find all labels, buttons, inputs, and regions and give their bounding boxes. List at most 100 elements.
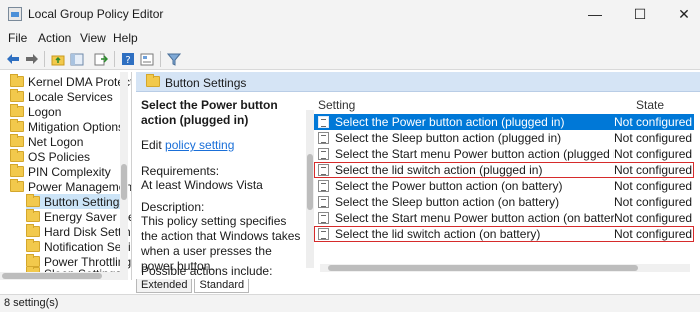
tree-item-label: PIN Complexity [28, 164, 111, 179]
properties-icon[interactable] [139, 51, 155, 67]
window-title: Local Group Policy Editor [28, 7, 164, 21]
tree-item-label: Hard Disk Setting [44, 224, 132, 239]
table-row[interactable]: Select the lid switch action (on battery… [314, 226, 694, 242]
tree-item-button-settings[interactable]: Button Settings [26, 194, 125, 209]
forward-arrow-icon[interactable] [24, 51, 40, 67]
edit-prefix: Edit [141, 138, 166, 152]
setting-name: Select the Power button action (on batte… [335, 179, 563, 193]
back-arrow-icon[interactable] [5, 51, 21, 67]
folder-icon [26, 209, 40, 222]
status-bar: 8 setting(s) [0, 294, 700, 312]
tree-item-notification[interactable]: Notification Setti [26, 239, 131, 254]
setting-name: Select the Power button action (plugged … [335, 115, 565, 129]
tree-horizontal-scrollbar[interactable] [0, 272, 120, 280]
setting-state: Not configured [614, 147, 693, 161]
policy-title: Select the Power button action (plugged … [141, 98, 278, 127]
svg-text:?: ? [125, 55, 130, 66]
tree-item-mitigation-options[interactable]: Mitigation Options [10, 119, 124, 134]
setting-state: Not configured [614, 115, 693, 129]
folder-icon [10, 74, 24, 87]
list-vertical-scrollbar[interactable] [306, 110, 314, 268]
navigation-tree: Kernel DMA Protectio Locale Services Log… [0, 72, 132, 280]
setting-state: Not configured [614, 179, 693, 193]
tab-standard[interactable]: Standard [194, 279, 250, 293]
description-label: Description: [141, 200, 205, 214]
list-horizontal-scrollbar[interactable] [320, 264, 690, 272]
setting-name: Select the Start menu Power button actio… [335, 147, 614, 161]
folder-icon [146, 74, 160, 87]
show-hide-tree-icon[interactable] [69, 51, 85, 67]
setting-name: Select the Sleep button action (on batte… [335, 195, 560, 209]
view-tabs: Extended Standard [136, 279, 251, 293]
export-list-icon[interactable] [93, 51, 109, 67]
menu-action[interactable]: Action [38, 31, 71, 45]
tree-item-logon[interactable]: Logon [10, 104, 120, 119]
policy-setting-link[interactable]: policy setting [165, 138, 234, 152]
menu-bar: File Action View Help [0, 28, 700, 48]
table-row[interactable]: Select the Sleep button action (plugged … [314, 130, 694, 146]
tree-vertical-scrollbar[interactable] [120, 72, 128, 280]
filter-icon[interactable] [166, 51, 182, 67]
tree-item-label: Power Management [28, 179, 132, 194]
menu-help[interactable]: Help [113, 31, 138, 45]
close-button[interactable]: ✕ [673, 4, 695, 24]
table-row[interactable]: Select the lid switch action (plugged in… [314, 162, 694, 178]
tree-item-label: Locale Services [28, 89, 113, 104]
tab-extended[interactable]: Extended [136, 279, 193, 293]
setting-state: Not configured [614, 195, 693, 209]
help-icon[interactable]: ? [120, 51, 136, 67]
maximize-button[interactable]: ☐ [629, 4, 651, 24]
setting-name: Select the lid switch action (plugged in… [335, 163, 543, 177]
folder-icon [10, 104, 24, 117]
setting-state: Not configured [614, 131, 693, 145]
policy-setting-icon [318, 132, 329, 144]
tree-item-pin-complexity[interactable]: PIN Complexity [10, 164, 120, 179]
column-header-setting[interactable]: Setting [318, 98, 355, 112]
tree-item-locale-services[interactable]: Locale Services [10, 89, 120, 104]
tree-item-hard-disk[interactable]: Hard Disk Setting [26, 224, 131, 239]
folder-icon [26, 194, 40, 207]
tree-item-label: Button Settings [44, 194, 126, 209]
setting-state: Not configured [614, 227, 693, 241]
folder-icon [10, 89, 24, 102]
folder-icon [10, 164, 24, 177]
tree-item-label: Net Logon [28, 134, 84, 149]
tree-item-power-management[interactable]: Power Management [10, 179, 131, 194]
folder-icon [26, 239, 40, 252]
settings-list: Setting State Select the Power button ac… [306, 92, 700, 276]
menu-view[interactable]: View [80, 31, 106, 45]
title-bar: Local Group Policy Editor — ☐ ✕ [0, 0, 700, 28]
tree-item-kernel-dma[interactable]: Kernel DMA Protectio [10, 74, 131, 89]
tree-item-energy-saver[interactable]: Energy Saver Setti [26, 209, 131, 224]
policy-setting-icon [318, 212, 329, 224]
tree-item-label: Kernel DMA Protectio [28, 74, 132, 89]
list-hscroll-thumb[interactable] [328, 265, 638, 271]
setting-state: Not configured [614, 211, 693, 225]
column-header-state[interactable]: State [636, 98, 664, 112]
table-row[interactable]: Select the Sleep button action (on batte… [314, 194, 694, 210]
tree-item-label: Logon [28, 104, 62, 119]
tree-item-net-logon[interactable]: Net Logon [10, 134, 120, 149]
table-row[interactable]: Select the Start menu Power button actio… [314, 210, 694, 226]
policy-setting-icon [318, 180, 329, 192]
setting-name: Select the lid switch action (on battery… [335, 227, 541, 241]
table-row[interactable]: Select the Power button action (on batte… [314, 178, 694, 194]
requirements-value: At least Windows Vista [141, 178, 263, 192]
policy-setting-icon [318, 164, 329, 176]
minimize-button[interactable]: — [584, 4, 606, 24]
description-pane: Select the Power button action (plugged … [136, 92, 306, 276]
tree-hscroll-thumb[interactable] [2, 273, 102, 279]
table-row[interactable]: Select the Start menu Power button actio… [314, 146, 694, 162]
tree-item-label: Mitigation Options [28, 119, 125, 134]
table-row[interactable]: Select the Power button action (plugged … [314, 114, 694, 130]
menu-file[interactable]: File [8, 31, 27, 45]
tree-item-label: OS Policies [28, 149, 91, 164]
settings-count: 8 setting(s) [4, 297, 59, 309]
up-folder-icon[interactable] [50, 51, 66, 67]
folder-icon [10, 134, 24, 147]
tree-scroll-thumb[interactable] [121, 164, 127, 200]
policy-setting-icon [318, 148, 329, 160]
tree-item-os-policies[interactable]: OS Policies [10, 149, 120, 164]
toolbar-separator [114, 51, 115, 67]
list-scroll-thumb[interactable] [307, 154, 313, 210]
